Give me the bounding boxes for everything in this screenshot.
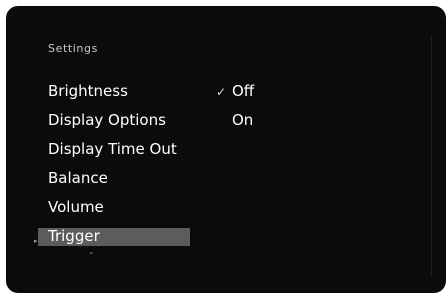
check-icon: ✓	[216, 85, 227, 99]
menu-item-brightness[interactable]: Brightness	[38, 81, 190, 101]
option-on[interactable]: On	[216, 110, 253, 130]
option-label: On	[232, 111, 254, 129]
option-label: Off	[232, 82, 255, 100]
menu-item-balance[interactable]: Balance	[38, 168, 190, 188]
option-off[interactable]: ✓ Off	[216, 81, 254, 101]
settings-panel: Settings Brightness Display Options Disp…	[6, 6, 446, 293]
chevron-down-icon[interactable]: ⌄	[88, 248, 95, 256]
triangle-right-icon: ▸	[34, 237, 38, 245]
settings-title: Settings	[48, 42, 98, 55]
menu-item-display-time-out[interactable]: Display Time Out	[38, 139, 190, 159]
menu-item-volume[interactable]: Volume	[38, 197, 190, 217]
menu-item-display-options[interactable]: Display Options	[38, 110, 190, 130]
menu-item-trigger[interactable]: Trigger	[38, 228, 190, 246]
panel-divider	[431, 36, 432, 276]
